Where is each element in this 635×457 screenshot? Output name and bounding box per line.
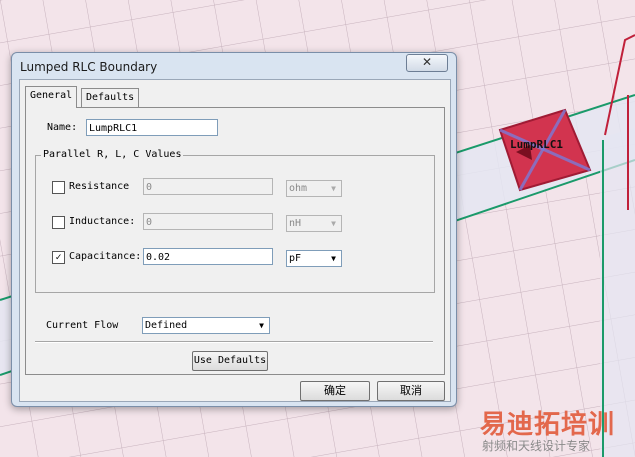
chevron-down-icon: ▼ — [331, 254, 336, 263]
inductance-unit: nH — [289, 218, 302, 229]
check-icon: ✓ — [55, 252, 62, 263]
capacitance-input[interactable]: 0.02 — [143, 248, 273, 265]
watermark-subtitle: 射频和天线设计专家 — [482, 439, 591, 453]
inductance-checkbox[interactable] — [52, 216, 65, 229]
chevron-down-icon: ▼ — [259, 321, 264, 330]
dialog-title: Lumped RLC Boundary — [20, 60, 158, 74]
inductance-label: Inductance: — [69, 216, 136, 227]
component-label: LumpRLC1 — [510, 138, 563, 151]
dialog-client: General Defaults Name: LumpRLC1 Parallel… — [19, 79, 451, 402]
name-label: Name: — [47, 122, 78, 133]
chevron-down-icon: ▼ — [331, 219, 336, 228]
rlc-values-group: Parallel R, L, C Values Resistance 0 ohm… — [35, 149, 435, 293]
tab-defaults[interactable]: Defaults — [81, 88, 140, 107]
capacitance-label: Capacitance: — [69, 251, 142, 262]
name-input[interactable]: LumpRLC1 — [86, 119, 218, 136]
cancel-button[interactable]: 取消 — [377, 381, 445, 401]
close-button[interactable]: ✕ — [406, 54, 448, 72]
general-tab-panel: Name: LumpRLC1 Parallel R, L, C Values R… — [25, 107, 445, 375]
use-defaults-button[interactable]: Use Defaults — [192, 351, 268, 371]
inductance-unit-select[interactable]: nH ▼ — [286, 215, 342, 232]
group-title: Parallel R, L, C Values — [41, 149, 184, 160]
separator — [35, 341, 433, 343]
resistance-checkbox[interactable] — [52, 181, 65, 194]
lumped-rlc-dialog: Lumped RLC Boundary ✕ General Defaults N… — [11, 52, 457, 407]
capacitance-checkbox[interactable]: ✓ — [52, 251, 65, 264]
tab-general[interactable]: General — [25, 86, 78, 108]
resistance-input[interactable]: 0 — [143, 178, 273, 195]
watermark-brand: 易迪拓培训 — [480, 410, 616, 440]
ok-button[interactable]: 确定 — [300, 381, 370, 401]
close-icon: ✕ — [421, 55, 433, 69]
resistance-unit: ohm — [289, 183, 308, 194]
inductance-input[interactable]: 0 — [143, 213, 273, 230]
capacitance-unit-select[interactable]: pF ▼ — [286, 250, 342, 267]
title-bar[interactable]: Lumped RLC Boundary ✕ — [12, 53, 456, 79]
current-flow-select[interactable]: Defined ▼ — [142, 317, 270, 334]
capacitance-unit: pF — [289, 253, 302, 264]
current-flow-label: Current Flow — [46, 320, 119, 331]
resistance-unit-select[interactable]: ohm ▼ — [286, 180, 342, 197]
chevron-down-icon: ▼ — [331, 184, 336, 193]
resistance-label: Resistance — [69, 181, 130, 192]
current-flow-value: Defined — [145, 320, 188, 331]
